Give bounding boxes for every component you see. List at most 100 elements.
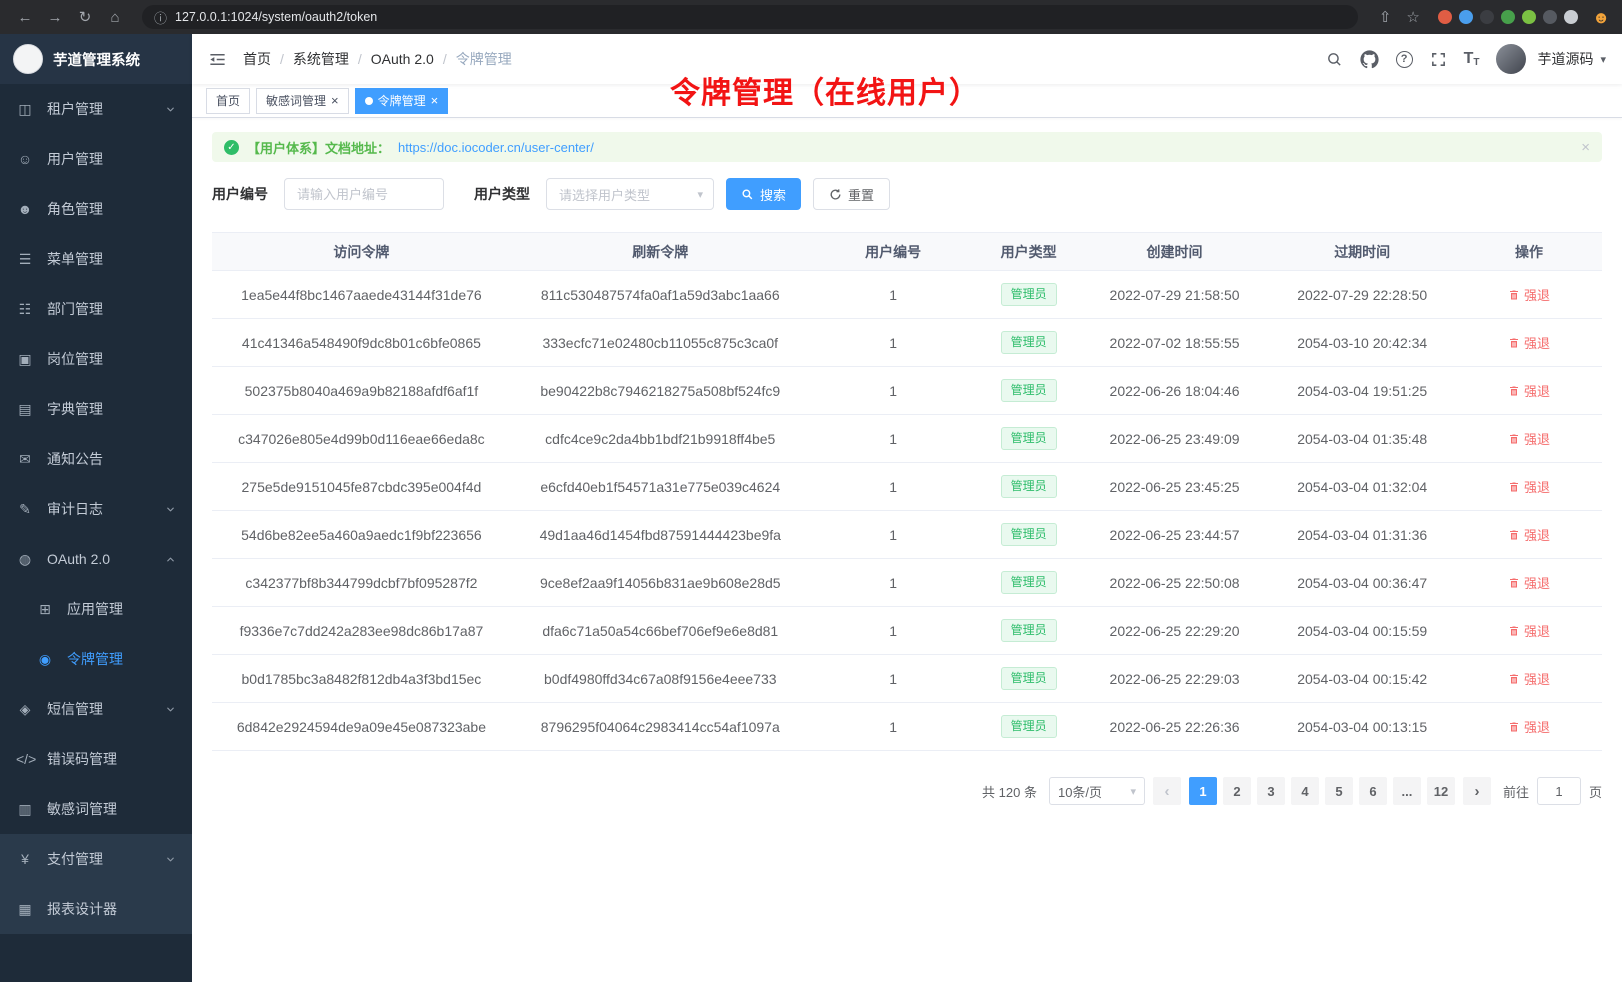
github-icon[interactable]	[1360, 50, 1379, 69]
forward-icon[interactable]: →	[42, 5, 68, 29]
page-button-4[interactable]: 4	[1291, 777, 1319, 805]
total-count: 共 120 条	[982, 782, 1037, 801]
reset-button[interactable]: 重置	[813, 178, 890, 210]
reload-icon[interactable]: ↻	[72, 5, 98, 29]
sidebar-item-role[interactable]: ☻角色管理	[0, 184, 192, 234]
force-logout-button[interactable]: 强退	[1508, 285, 1550, 304]
breadcrumb-item[interactable]: 首页	[243, 49, 271, 69]
sidebar-item-label: 角色管理	[47, 199, 176, 219]
help-icon[interactable]	[1396, 51, 1413, 68]
share-icon[interactable]: ⇧	[1372, 5, 1398, 29]
force-logout-label: 强退	[1524, 717, 1550, 736]
force-logout-button[interactable]: 强退	[1508, 621, 1550, 640]
breadcrumb-item[interactable]: 系统管理	[293, 49, 349, 69]
home-icon[interactable]: ⌂	[102, 5, 128, 29]
tab-token[interactable]: 令牌管理×	[355, 88, 449, 114]
more-pages-button[interactable]: ...	[1393, 777, 1421, 805]
extension-icon-lime[interactable]	[1522, 10, 1536, 24]
page-button-12[interactable]: 12	[1427, 777, 1455, 805]
refresh-token-cell: 811c530487574fa0af1a59d3abc1aa66	[511, 271, 810, 319]
sidebar-item-report[interactable]: ▦报表设计器	[0, 884, 192, 934]
page-button-2[interactable]: 2	[1223, 777, 1251, 805]
sidebar-item-menu[interactable]: ☰菜单管理	[0, 234, 192, 284]
sidebar-item-app[interactable]: ⊞ 应用管理	[0, 584, 192, 634]
extension-icon-green[interactable]	[1501, 10, 1515, 24]
bookmark-star-icon[interactable]: ☆	[1400, 5, 1426, 29]
extension-icon-panel[interactable]	[1564, 10, 1578, 24]
sidebar-item-audit-log[interactable]: ✎审计日志	[0, 484, 192, 534]
sidebar-item-label: 应用管理	[67, 599, 176, 619]
chevron-down-icon[interactable]	[1600, 53, 1606, 66]
goto-page-input[interactable]	[1537, 777, 1581, 805]
page-button-6[interactable]: 6	[1359, 777, 1387, 805]
sidebar-item-sms[interactable]: ◈短信管理	[0, 684, 192, 734]
search-button[interactable]: 搜索	[726, 178, 801, 210]
sidebar-item-pay[interactable]: ¥支付管理	[0, 834, 192, 884]
main-area: 首页/系统管理/OAuth 2.0/令牌管理 芋道源码 首页敏感词管理×令牌管理	[192, 34, 1622, 982]
force-logout-label: 强退	[1524, 525, 1550, 544]
page-button-5[interactable]: 5	[1325, 777, 1353, 805]
sidebar-item-tenant[interactable]: ◫租户管理	[0, 84, 192, 134]
next-page-button[interactable]: ›	[1463, 777, 1491, 805]
search-icon[interactable]	[1326, 51, 1343, 68]
sidebar-item-notice[interactable]: ✉通知公告	[0, 434, 192, 484]
user-type-badge: 管理员	[1001, 475, 1057, 499]
prev-page-button[interactable]: ‹	[1153, 777, 1181, 805]
address-bar[interactable]: ⓘ 127.0.0.1:1024/system/oauth2/token	[142, 5, 1358, 29]
site-info-icon[interactable]: ⓘ	[154, 8, 167, 27]
action-cell: 强退	[1456, 703, 1602, 751]
force-logout-button[interactable]: 强退	[1508, 429, 1550, 448]
expires-at-cell: 2022-07-29 22:28:50	[1268, 271, 1456, 319]
page-button-1[interactable]: 1	[1189, 777, 1217, 805]
sidebar-item-sensitive-word[interactable]: ▥敏感词管理	[0, 784, 192, 834]
page-size-select[interactable]: 10条/页 ▾	[1049, 777, 1145, 805]
sidebar-item-label: 短信管理	[47, 699, 152, 719]
sidebar-item-dict[interactable]: ▤字典管理	[0, 384, 192, 434]
force-logout-label: 强退	[1524, 333, 1550, 352]
trash-icon	[1508, 673, 1520, 685]
breadcrumb-item[interactable]: OAuth 2.0	[371, 51, 434, 67]
force-logout-button[interactable]: 强退	[1508, 381, 1550, 400]
force-logout-button[interactable]: 强退	[1508, 669, 1550, 688]
application-icon: ⊞	[36, 601, 54, 618]
force-logout-button[interactable]: 强退	[1508, 717, 1550, 736]
username[interactable]: 芋道源码	[1537, 49, 1593, 69]
extension-icon-blue[interactable]	[1459, 10, 1473, 24]
user-type-cell: 管理员	[976, 559, 1080, 607]
sidebar-item-post[interactable]: ▣岗位管理	[0, 334, 192, 384]
page-button-3[interactable]: 3	[1257, 777, 1285, 805]
alert-close-icon[interactable]: ×	[1581, 139, 1590, 156]
tab-close-icon[interactable]: ×	[331, 94, 339, 107]
sidebar-item-error-code[interactable]: </>错误码管理	[0, 734, 192, 784]
expires-at-cell: 2054-03-04 01:32:04	[1268, 463, 1456, 511]
tab-close-icon[interactable]: ×	[431, 94, 439, 107]
extension-icon-gray[interactable]	[1543, 10, 1557, 24]
sidebar-item-dept[interactable]: ☷部门管理	[0, 284, 192, 334]
sidebar-item-token[interactable]: ◉令牌管理	[0, 634, 192, 684]
tab-home[interactable]: 首页	[206, 88, 250, 114]
extension-icon-dark[interactable]	[1480, 10, 1494, 24]
force-logout-button[interactable]: 强退	[1508, 333, 1550, 352]
user-id-input[interactable]	[284, 178, 444, 210]
user-id-cell: 1	[810, 271, 977, 319]
browser-profile-icon[interactable]: ☻	[1592, 9, 1610, 26]
menu-fold-icon[interactable]	[208, 50, 227, 69]
force-logout-button[interactable]: 强退	[1508, 477, 1550, 496]
audit-log-icon: ✎	[16, 501, 34, 518]
access-token-cell: 6d842e2924594de9a09e45e087323abe	[212, 703, 511, 751]
table-row: 502375b8040a469a9b82188afdf6af1fbe90422b…	[212, 367, 1602, 415]
user-avatar[interactable]	[1496, 44, 1526, 74]
fullscreen-icon[interactable]	[1430, 51, 1447, 68]
back-icon[interactable]: ←	[12, 5, 38, 29]
font-size-icon[interactable]	[1464, 50, 1480, 68]
user-type-select[interactable]: 请选择用户类型 ▾	[546, 178, 714, 210]
force-logout-button[interactable]: 强退	[1508, 525, 1550, 544]
sidebar-item-user[interactable]: ☺用户管理	[0, 134, 192, 184]
chevron-down-icon: ▾	[1130, 785, 1136, 798]
extension-icon-red[interactable]	[1438, 10, 1452, 24]
force-logout-button[interactable]: 强退	[1508, 573, 1550, 592]
sidebar-item-oauth2[interactable]: ◍OAuth 2.0	[0, 534, 192, 584]
breadcrumb-separator: /	[358, 51, 362, 67]
alert-link[interactable]: https://doc.iocoder.cn/user-center/	[398, 140, 594, 155]
tab-sensitive-word[interactable]: 敏感词管理×	[256, 88, 349, 114]
